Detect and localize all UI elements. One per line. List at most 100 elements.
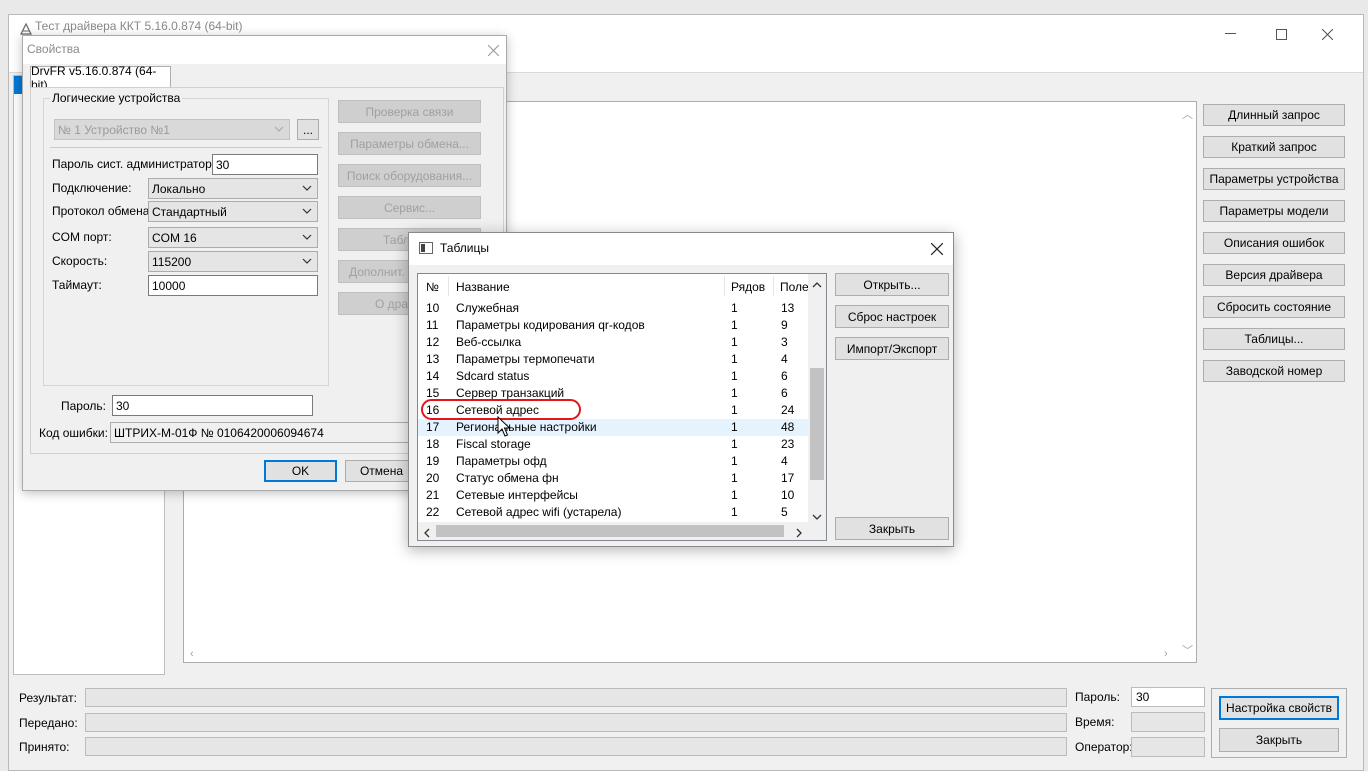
settings-button[interactable]: Настройка свойств	[1219, 696, 1339, 720]
protocol-select[interactable]: Стандартный	[148, 201, 318, 222]
scroll-left-icon[interactable]: ‹	[190, 648, 194, 660]
column-fields[interactable]: Поле	[780, 280, 809, 294]
row-rows: 1	[731, 454, 738, 468]
logical-device-select[interactable]: № 1 Устройство №1	[54, 119, 290, 140]
admin-password-label: Пароль сист. администратора:	[52, 157, 222, 171]
result-field[interactable]	[85, 688, 1067, 707]
driver-version-button[interactable]: Версия драйвера	[1203, 264, 1345, 286]
sent-label: Передано:	[19, 716, 78, 730]
minimize-button[interactable]	[1207, 15, 1253, 53]
com-port-select[interactable]: COM 16	[148, 227, 318, 248]
error-code-field[interactable]: ШТРИХ-М-01Ф № 0106420006094674	[110, 422, 430, 443]
vertical-scroll-thumb[interactable]	[810, 368, 824, 480]
table-row[interactable]: 19 Параметры офд 1 4	[418, 453, 808, 470]
operator-field[interactable]	[1131, 737, 1205, 757]
tables-title: Таблицы	[440, 241, 490, 255]
row-num: 10	[426, 301, 440, 315]
column-rows[interactable]: Рядов	[731, 280, 765, 294]
time-label: Время:	[1075, 715, 1115, 729]
tables-close-button[interactable]: Закрыть	[835, 517, 949, 540]
row-name: Параметры термопечати	[456, 352, 595, 366]
speed-select[interactable]: 115200	[148, 251, 318, 272]
row-num: 11	[426, 318, 439, 332]
table-row[interactable]: 14 Sdcard status 1 6	[418, 368, 808, 385]
import-export-button[interactable]: Импорт/Экспорт	[835, 337, 949, 360]
model-params-button[interactable]: Параметры модели	[1203, 200, 1345, 222]
properties-close-button[interactable]	[481, 38, 505, 62]
column-separator[interactable]	[724, 276, 725, 296]
short-request-button[interactable]: Краткий запрос	[1203, 136, 1345, 158]
table-row[interactable]: 22 Сетевой адрес wifi (устарела) 1 5	[418, 504, 808, 521]
long-request-button[interactable]: Длинный запрос	[1203, 104, 1345, 126]
row-name: Статус обмена фн	[456, 471, 559, 485]
browse-device-button[interactable]: ...	[297, 119, 319, 140]
close-window-button[interactable]	[1304, 15, 1350, 53]
row-fields: 6	[781, 386, 788, 400]
row-num: 20	[426, 471, 440, 485]
column-separator[interactable]	[773, 276, 774, 296]
open-table-button[interactable]: Открыть...	[835, 273, 949, 296]
error-descriptions-button[interactable]: Описания ошибок	[1203, 232, 1345, 254]
connection-label: Подключение:	[52, 181, 132, 195]
check-connection-button[interactable]: Проверка связи	[338, 100, 481, 123]
ok-button[interactable]: OK	[264, 460, 337, 482]
service-button[interactable]: Сервис...	[338, 196, 481, 219]
chevron-down-icon	[301, 182, 313, 194]
scroll-left-icon[interactable]	[423, 527, 431, 540]
scroll-right-icon[interactable]: ›	[1164, 648, 1168, 660]
search-hardware-button[interactable]: Поиск оборудования...	[338, 164, 481, 187]
row-fields: 17	[781, 471, 795, 485]
table-row[interactable]: 12 Веб-ссылка 1 3	[418, 334, 808, 351]
row-fields: 4	[781, 454, 788, 468]
connection-value: Локально	[152, 182, 206, 196]
table-row-hovered[interactable]: 17 Региональные настройки 1 48	[418, 419, 808, 436]
row-fields: 4	[781, 352, 788, 366]
speed-value: 115200	[152, 255, 192, 269]
password-input[interactable]: 30	[112, 395, 313, 416]
horizontal-scrollbar[interactable]	[418, 522, 826, 540]
tables-button[interactable]: Таблицы...	[1203, 328, 1345, 350]
reset-settings-button[interactable]: Сброс настроек	[835, 305, 949, 328]
table-row[interactable]: 10 Служебная 1 13	[418, 300, 808, 317]
tables-close-x-button[interactable]	[925, 237, 949, 261]
exchange-params-button[interactable]: Параметры обмена...	[338, 132, 481, 155]
table-row[interactable]: 13 Параметры термопечати 1 4	[418, 351, 808, 368]
scroll-up-icon[interactable]: ︿	[1182, 106, 1193, 122]
table-row[interactable]: 18 Fiscal storage 1 23	[418, 436, 808, 453]
logical-devices-label: Логические устройства	[50, 91, 183, 105]
received-label: Принято:	[19, 740, 70, 754]
connection-select[interactable]: Локально	[148, 178, 318, 199]
row-rows: 1	[731, 335, 738, 349]
status-password-field[interactable]: 30	[1131, 687, 1205, 707]
left-nav-selected-item[interactable]	[14, 76, 22, 94]
tab-driver[interactable]: DrvFR v5.16.0.874 (64-bit)	[30, 64, 171, 92]
chevron-down-icon	[301, 255, 313, 267]
table-row[interactable]: 21 Сетевые интерфейсы 1 10	[418, 487, 808, 504]
scroll-down-icon[interactable]: ﹀	[1182, 642, 1193, 658]
row-num: 19	[426, 454, 440, 468]
row-num: 14	[426, 369, 440, 383]
column-name[interactable]: Название	[456, 280, 510, 294]
sent-field[interactable]	[85, 713, 1067, 732]
row-name: Параметры кодирования qr-кодов	[456, 318, 645, 332]
time-field[interactable]	[1131, 712, 1205, 732]
received-field[interactable]	[85, 737, 1067, 756]
main-close-button[interactable]: Закрыть	[1219, 728, 1339, 752]
table-row[interactable]: 20 Статус обмена фн 1 17	[418, 470, 808, 487]
maximize-button[interactable]	[1258, 15, 1304, 53]
device-params-button[interactable]: Параметры устройства	[1203, 168, 1345, 190]
admin-password-input[interactable]: 30	[212, 154, 318, 175]
serial-number-button[interactable]: Заводской номер	[1203, 360, 1345, 382]
timeout-input[interactable]: 10000	[148, 275, 318, 296]
column-separator[interactable]	[448, 276, 449, 296]
scroll-up-icon[interactable]	[812, 278, 822, 292]
vertical-scrollbar[interactable]	[808, 274, 826, 522]
scroll-right-icon[interactable]	[795, 527, 803, 540]
column-num[interactable]: №	[426, 280, 439, 294]
row-name: Fiscal storage	[456, 437, 531, 451]
tables-list-header: № Название Рядов Поле	[418, 274, 809, 298]
row-name: Сервер транзакций	[456, 386, 565, 400]
reset-state-button[interactable]: Сбросить состояние	[1203, 296, 1345, 318]
table-row[interactable]: 11 Параметры кодирования qr-кодов 1 9	[418, 317, 808, 334]
horizontal-scroll-thumb[interactable]	[436, 525, 784, 537]
